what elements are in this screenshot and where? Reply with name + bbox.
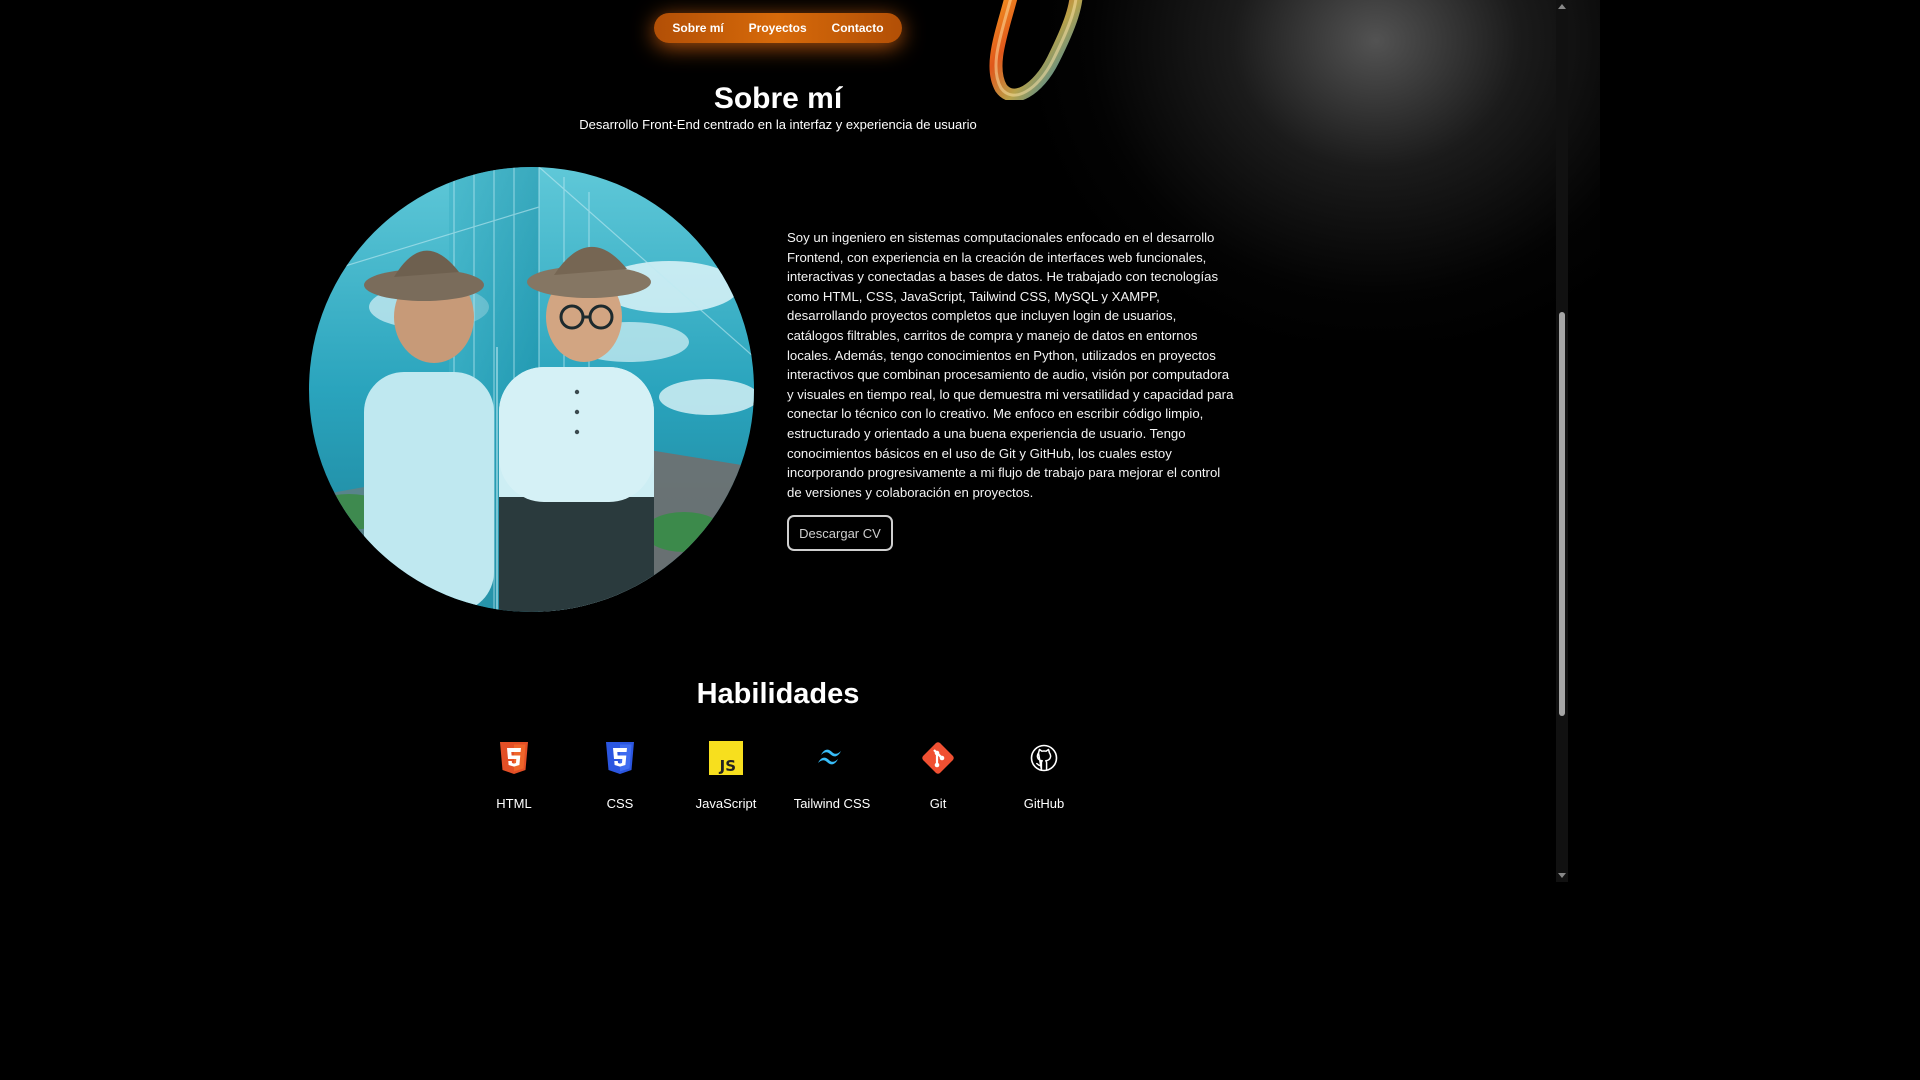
skills-list: HTML CSS JS JavaScript Tailwind CSS Git … [462,740,1098,811]
svg-text:JS: JS [719,757,736,775]
skill-github: GitHub [992,740,1096,811]
page-scrollbar[interactable] [1556,0,1568,882]
skill-javascript: JS JavaScript [674,740,778,811]
css3-icon [606,742,634,774]
skill-html: HTML [462,740,566,811]
skill-tailwind: Tailwind CSS [780,740,884,811]
github-icon [1030,744,1058,772]
git-icon [922,742,954,774]
skill-label: GitHub [1023,796,1065,811]
about-title: Sobre mí [713,82,843,115]
scroll-down-arrow-icon[interactable] [1558,873,1566,878]
javascript-icon: JS [709,741,743,775]
skill-label: HTML [496,796,532,811]
nav-link-contacto[interactable]: Contacto [832,21,884,35]
about-paragraph: Soy un ingeniero en sistemas computacion… [787,230,1234,500]
nav-link-sobre-mi[interactable]: Sobre mí [672,21,723,35]
skill-label: JavaScript [695,796,757,811]
skill-label: CSS [606,796,634,811]
nav-link-proyectos[interactable]: Proyectos [749,21,807,35]
scrollbar-thumb[interactable] [1559,312,1565,716]
scroll-up-arrow-icon[interactable] [1558,4,1566,9]
top-nav: Sobre mí Proyectos Contacto [654,13,902,43]
profile-photo [309,167,754,612]
skill-git: Git [886,740,990,811]
skills-title: Habilidades [696,678,860,710]
download-cv-button[interactable]: Descargar CV [787,515,893,551]
skill-css: CSS [568,740,672,811]
skill-label: Git [929,796,947,811]
skill-label: Tailwind CSS [793,796,871,811]
html5-icon [500,742,528,774]
about-subtitle: Desarrollo Front-End centrado en la inte… [579,117,977,132]
tailwind-icon [818,749,841,765]
